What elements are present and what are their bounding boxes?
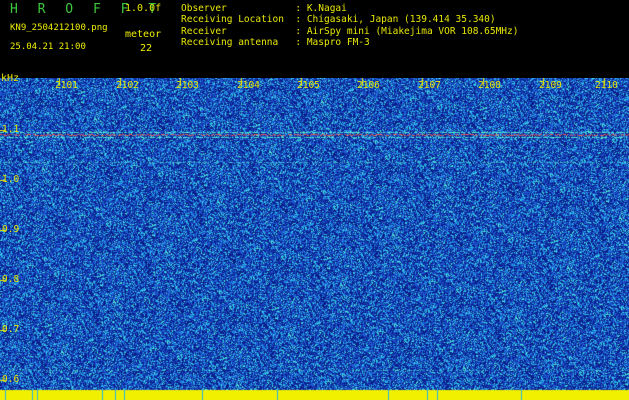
x-tick-label: 2105 xyxy=(297,80,320,91)
x-tick-label: 2103 xyxy=(176,80,199,91)
antenna-row: Receiving antenna : Maspro FM-3 xyxy=(181,36,370,48)
y-tick-label: 0.7 xyxy=(2,324,20,335)
y-tick-label: 1.1 xyxy=(2,124,20,135)
location-row: Receiving Location : Chigasaki, Japan (1… xyxy=(181,14,496,26)
y-axis-unit: kHz xyxy=(1,73,20,84)
x-tick-label: 2108 xyxy=(478,80,501,91)
version-label: 1.0.0f xyxy=(125,3,162,14)
x-tick-label: 2109 xyxy=(539,80,562,91)
station-info: Observer : K.Nagai Receiving Location : … xyxy=(181,3,518,48)
x-tick-label: 2104 xyxy=(237,80,260,91)
x-tick-label: 2106 xyxy=(357,80,380,91)
datetime-label: 25.04.21 21:00 xyxy=(10,42,86,52)
y-tick-label: 0.6 xyxy=(2,374,20,385)
x-tick-label: 2102 xyxy=(116,80,139,91)
receiver-row: Receiver : AirSpy mini (Miakejima VOR 10… xyxy=(181,25,519,37)
header-panel: H R O F F T 1.0.0f KN9_2504212100.png me… xyxy=(0,0,629,78)
spectrogram-canvas xyxy=(0,78,629,400)
y-tick-label: 0.9 xyxy=(2,224,20,235)
y-tick-label: 0.8 xyxy=(2,274,20,285)
x-tick-label: 2110 xyxy=(595,80,618,91)
y-tick-label: 1.0 xyxy=(2,174,20,185)
meteor-count: 22 xyxy=(140,43,153,54)
meteor-label: meteor xyxy=(125,29,162,40)
x-tick-label: 2101 xyxy=(55,80,78,91)
x-tick-label: 2107 xyxy=(418,80,441,91)
observer-row: Observer : K.Nagai xyxy=(181,3,347,14)
filename-label: KN9_2504212100.png xyxy=(10,23,108,33)
